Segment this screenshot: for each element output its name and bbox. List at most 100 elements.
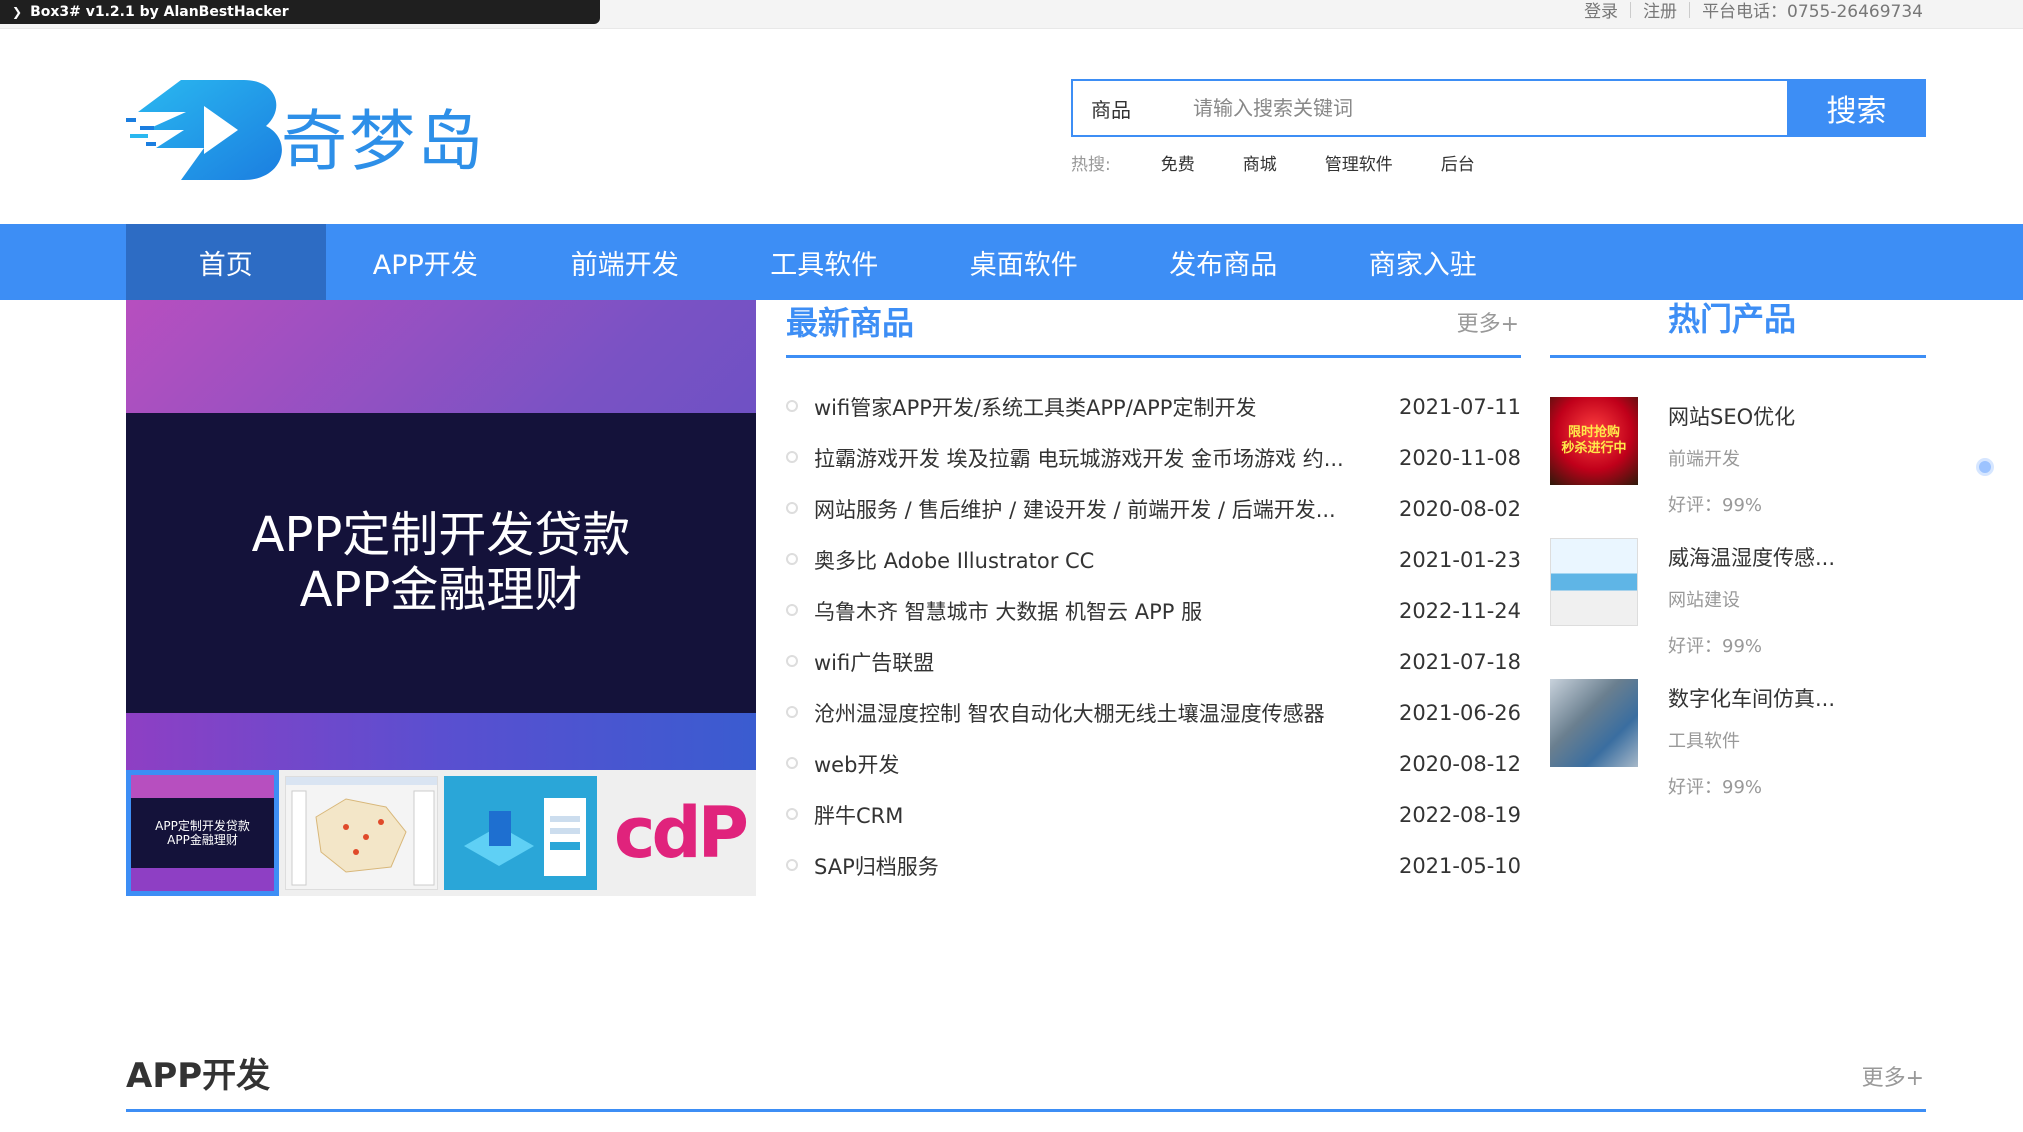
nav-item-merchant-join[interactable]: 商家入驻 [1323, 224, 1523, 300]
item-date: 2022-11-24 [1398, 598, 1521, 623]
app-dev-section-header: APP开发 更多+ [126, 1040, 1926, 1112]
nav-item-desktop-software[interactable]: 桌面软件 [924, 224, 1124, 300]
item-date: 2021-06-26 [1398, 700, 1521, 725]
login-link[interactable]: 登录 [1584, 0, 1618, 22]
logo-b-icon [126, 80, 282, 180]
product-card[interactable]: 限时抢购 秒杀进行中 网站SEO优化 前端开发 好评：99% [1550, 397, 1926, 538]
item-date: 2020-11-08 [1398, 445, 1521, 470]
banner-thumb[interactable]: cdP [603, 770, 756, 896]
product-name[interactable]: 威海温湿度传感... [1668, 542, 1835, 572]
banner-thumb[interactable] [444, 776, 597, 890]
login-illustration-icon [464, 798, 586, 876]
list-item[interactable]: wifi管家APP开发/系统工具类APP/APP定制开发 2021-07-11 [786, 381, 1521, 432]
hot-keyword[interactable]: 商城 [1243, 150, 1277, 175]
hot-products-header: 热门产品 [1550, 300, 1926, 358]
search-category-select[interactable]: 商品 [1073, 81, 1193, 135]
hot-keyword[interactable]: 后台 [1441, 150, 1475, 175]
floating-dot-icon[interactable] [1976, 458, 1994, 476]
list-item[interactable]: 沧州温湿度控制 智农自动化大棚无线土壤温湿度传感器 2021-06-26 [786, 687, 1521, 738]
product-rating: 好评：99% [1668, 636, 1763, 657]
product-card[interactable]: 数字化车间仿真... 工具软件 好评：99% [1550, 679, 1926, 820]
list-item[interactable]: web开发 2020-08-12 [786, 738, 1521, 789]
item-title[interactable]: SAP归档服务 [814, 851, 1354, 881]
nav-item-app-dev[interactable]: APP开发 [326, 224, 526, 300]
product-category: 工具软件 [1668, 731, 1740, 752]
item-date: 2021-07-18 [1398, 649, 1521, 674]
item-title[interactable]: 乌鲁木齐 智慧城市 大数据 机智云 APP 服 [814, 596, 1354, 626]
item-title[interactable]: 奥多比 Adobe Illustrator CC [814, 545, 1354, 575]
phone-text: 平台电话：0755-26469734 [1702, 2, 1923, 22]
nav-item-publish[interactable]: 发布商品 [1124, 224, 1324, 300]
bullet-icon [786, 655, 798, 667]
item-date: 2022-08-19 [1398, 802, 1521, 827]
item-date: 2020-08-02 [1398, 496, 1521, 521]
search-button[interactable]: 搜索 [1787, 79, 1926, 137]
nav-item-tools[interactable]: 工具软件 [725, 224, 925, 300]
list-item[interactable]: SAP归档服务 2021-05-10 [786, 840, 1521, 891]
bullet-icon [786, 706, 798, 718]
product-image[interactable] [1550, 538, 1638, 626]
bullet-icon [786, 451, 798, 463]
list-item[interactable]: 胖牛CRM 2022-08-19 [786, 789, 1521, 840]
item-title[interactable]: 拉霸游戏开发 埃及拉霸 电玩城游戏开发 金币场游戏 约... [814, 443, 1354, 473]
nav-item-home[interactable]: 首页 [126, 224, 326, 300]
main-nav: 首页 APP开发 前端开发 工具软件 桌面软件 发布商品 商家入驻 [0, 224, 2023, 300]
item-date: 2021-01-23 [1398, 547, 1521, 572]
list-item[interactable]: 奥多比 Adobe Illustrator CC 2021-01-23 [786, 534, 1521, 585]
app-dev-more-link[interactable]: 更多+ [1862, 1060, 1924, 1092]
banner-text-panel: APP定制开发贷款 APP金融理财 [126, 413, 756, 713]
product-card[interactable]: 威海温湿度传感... 网站建设 好评：99% [1550, 538, 1926, 679]
latest-more-link[interactable]: 更多+ [1457, 306, 1519, 338]
product-image[interactable]: 限时抢购 秒杀进行中 [1550, 397, 1638, 485]
latest-list: wifi管家APP开发/系统工具类APP/APP定制开发 2021-07-11 拉… [786, 381, 1521, 891]
hot-products: 热门产品 限时抢购 秒杀进行中 网站SEO优化 前端开发 好评：99% 威海温湿… [1550, 300, 1926, 820]
search-input[interactable] [1193, 81, 1787, 135]
banner-slide[interactable]: APP定制开发贷款 APP金融理财 [126, 300, 756, 770]
item-date: 2021-05-10 [1398, 853, 1521, 878]
item-title[interactable]: 沧州温湿度控制 智农自动化大棚无线土壤温湿度传感器 [814, 698, 1354, 728]
product-rating: 好评：99% [1668, 495, 1763, 516]
product-name[interactable]: 数字化车间仿真... [1668, 683, 1835, 713]
banner-thumb[interactable]: APP定制开发贷款 APP金融理财 [126, 770, 279, 896]
item-title[interactable]: wifi管家APP开发/系统工具类APP/APP定制开发 [814, 392, 1354, 422]
register-link[interactable]: 注册 [1643, 0, 1677, 22]
nav-item-frontend-dev[interactable]: 前端开发 [525, 224, 725, 300]
item-title[interactable]: 网站服务 / 售后维护 / 建设开发 / 前端开发 / 后端开发... [814, 494, 1354, 524]
divider [1689, 1, 1691, 18]
product-category: 网站建设 [1668, 590, 1740, 611]
item-date: 2021-07-11 [1398, 394, 1521, 419]
list-item[interactable]: 乌鲁木齐 智慧城市 大数据 机智云 APP 服 2022-11-24 [786, 585, 1521, 636]
product-image[interactable] [1550, 679, 1638, 767]
item-title[interactable]: 胖牛CRM [814, 800, 1354, 830]
hot-products-title: 热门产品 [1668, 300, 1797, 338]
item-title[interactable]: wifi广告联盟 [814, 647, 1354, 677]
bullet-icon [786, 502, 798, 514]
top-links: 登录 注册 平台电话：0755-26469734 [1584, 0, 1923, 22]
list-item[interactable]: 拉霸游戏开发 埃及拉霸 电玩城游戏开发 金币场游戏 约... 2020-11-08 [786, 432, 1521, 483]
bullet-icon [786, 604, 798, 616]
site-logo[interactable]: 奇梦岛 [126, 78, 506, 182]
search-bar: 商品 搜索 [1071, 79, 1926, 137]
banner-bottom-band [126, 713, 756, 770]
list-item[interactable]: 网站服务 / 售后维护 / 建设开发 / 前端开发 / 后端开发... 2020-… [786, 483, 1521, 534]
bullet-icon [786, 757, 798, 769]
product-rating: 好评：99% [1668, 777, 1763, 798]
banner-line1: APP定制开发贷款 [251, 507, 631, 563]
bullet-icon [786, 400, 798, 412]
product-name[interactable]: 网站SEO优化 [1668, 401, 1795, 431]
hot-keyword[interactable]: 管理软件 [1325, 150, 1393, 175]
bullet-icon [786, 859, 798, 871]
bullet-icon [786, 553, 798, 565]
dev-toolbar[interactable]: ❯ Box3# v1.2.1 by AlanBestHacker [0, 0, 600, 24]
item-date: 2020-08-12 [1398, 751, 1521, 776]
banner-thumb[interactable] [285, 776, 438, 890]
bullet-icon [786, 808, 798, 820]
hot-keyword[interactable]: 免费 [1161, 150, 1195, 175]
list-item[interactable]: wifi广告联盟 2021-07-18 [786, 636, 1521, 687]
divider [1630, 1, 1632, 18]
product-category: 前端开发 [1668, 449, 1740, 470]
item-title[interactable]: web开发 [814, 749, 1354, 779]
thumb-line1: APP定制开发贷款 [155, 819, 250, 833]
map-screenshot-icon [286, 777, 437, 886]
thumb-line2: APP金融理财 [167, 833, 238, 847]
